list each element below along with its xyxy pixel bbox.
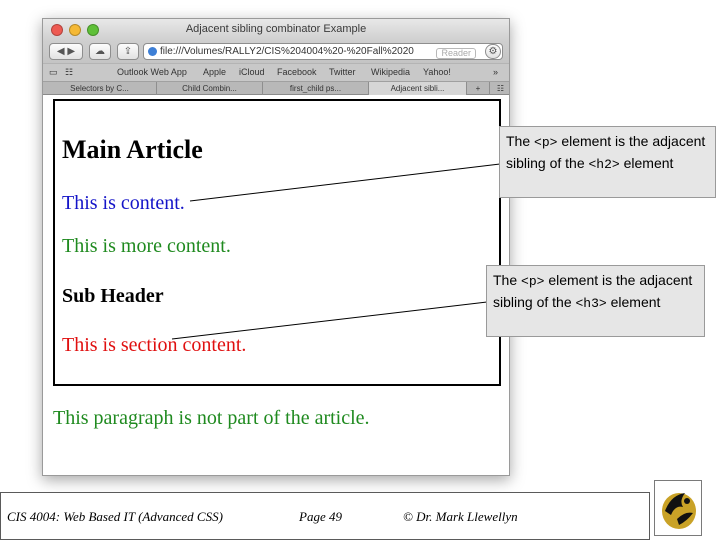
callout-h2-sibling: The <p> element is the adjacent sibling … [499,126,716,198]
globe-icon [148,47,157,56]
bookmarks-icon[interactable]: ☷ [65,67,73,78]
new-tab-button[interactable]: + [467,82,489,95]
tab-grid-icon: ☷ [496,84,505,93]
title-bar: Adjacent sibling combinator Example [43,19,509,41]
callout-text: The [506,133,531,149]
address-text: file:///Volumes/RALLY2/CIS%204004%20-%20… [160,46,414,57]
bookmark-item[interactable]: Apple [203,67,226,77]
tab-bar: Selectors by C... Child Combin... first_… [43,81,509,95]
icloud-tabs-button[interactable]: ☁ [89,43,111,60]
sub-header-heading: Sub Header [62,285,164,307]
callout-code: <h3> [575,296,607,311]
content-paragraph: This is content. [62,192,185,214]
back-arrow-icon[interactable]: ◀ [57,46,65,57]
bookmark-item[interactable]: Yahoo! [423,67,451,77]
article-box: Main Article This is content. This is mo… [53,99,501,386]
address-bar[interactable]: file:///Volumes/RALLY2/CIS%204004%20-%20… [143,43,503,60]
page-number: Page 49 [299,509,342,524]
bookmarks-overflow-icon[interactable]: » [493,67,498,77]
downloads-button[interactable]: ⚙ [485,44,501,59]
back-forward-buttons[interactable]: ◀ ▶ [49,43,83,60]
main-article-heading: Main Article [62,135,203,164]
browser-toolbar: ◀ ▶ ☁ ⇪ file:///Volumes/RALLY2/CIS%20400… [43,41,509,63]
bookmark-item[interactable]: Wikipedia [371,67,410,77]
ucf-pegasus-logo [654,480,702,536]
reader-button[interactable]: Reader [436,48,476,59]
callout-text: element [623,155,674,171]
section-content-paragraph: This is section content. [62,334,247,356]
tab-overview-button[interactable]: ☷ [489,82,509,95]
bookmark-item[interactable]: Twitter [329,67,356,77]
callout-code: <h2> [588,157,620,172]
callout-code: <p> [534,135,558,150]
course-title: CIS 4004: Web Based IT (Advanced CSS) [7,509,223,524]
share-icon: ⇪ [123,46,133,57]
tab-child-combinator[interactable]: Child Combin... [157,82,263,95]
tab-adjacent-sibling[interactable]: Adjacent sibli... [369,82,467,95]
forward-arrow-icon[interactable]: ▶ [67,46,75,57]
window-title: Adjacent sibling combinator Example [185,23,367,35]
tab-first-child[interactable]: first_child ps... [263,82,369,95]
callout-h3-sibling: The <p> element is the adjacent sibling … [486,265,705,337]
slide-footer: CIS 4004: Web Based IT (Advanced CSS) Pa… [0,492,650,540]
tab-selectors[interactable]: Selectors by C... [43,82,157,95]
bookmark-item[interactable]: Facebook [277,67,317,77]
bookmark-item[interactable]: Outlook Web App [117,67,187,77]
pegasus-icon [662,493,696,529]
bookmarks-reading-list-icon[interactable]: ▭ [49,67,58,78]
bookmark-item[interactable]: iCloud [239,67,265,77]
bookmarks-bar: ▭ ☷ Outlook Web App Apple iCloud Faceboo… [43,63,509,81]
outside-paragraph: This paragraph is not part of the articl… [53,407,370,429]
callout-text: The [493,272,518,288]
share-button[interactable]: ⇪ [117,43,139,60]
plus-icon: + [475,84,481,93]
gear-icon: ⚙ [488,46,498,57]
callout-code: <p> [521,274,545,289]
callout-text: element [610,294,661,310]
browser-window: Adjacent sibling combinator Example ◀ ▶ … [42,18,510,476]
more-content-paragraph: This is more content. [62,235,231,257]
cloud-icon: ☁ [95,46,105,57]
author-credit: © Dr. Mark Llewellyn [403,509,518,524]
